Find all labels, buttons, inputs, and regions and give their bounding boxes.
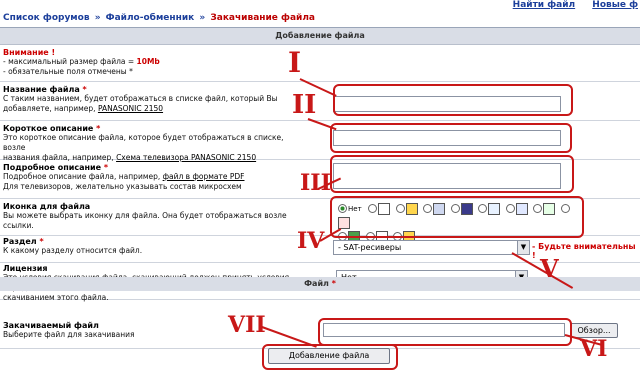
breadcrumb-file-exchange[interactable]: Файло-обменник: [106, 13, 195, 23]
annotation-label: VII: [228, 312, 266, 338]
full-desc-desc2: Для телевизоров, желательно указывать со…: [3, 182, 242, 191]
annotation-label: V: [540, 254, 559, 283]
top-links: Найти файл Новые ф: [499, 0, 638, 10]
annotation-label: III: [300, 170, 331, 196]
icon-desc: Вы можете выбрать иконку для файла. Она …: [3, 211, 287, 220]
breadcrumb-separator: »: [94, 13, 101, 23]
annotation-label: II: [292, 90, 317, 120]
new-files-link[interactable]: Новые ф: [592, 0, 638, 10]
full-desc-desc: Подробное описание файла, например, файл…: [3, 172, 245, 181]
section-label: Раздел *: [3, 237, 44, 246]
breadcrumb-current: Закачивание файла: [210, 13, 315, 23]
annotation-circle-short: [330, 123, 572, 153]
annotation-circle-name: [333, 84, 573, 116]
short-desc-desc: Это короткое описание файла, которое буд…: [3, 133, 284, 152]
annotation-label: VI: [580, 336, 608, 362]
annotation-circle-full: [330, 155, 574, 193]
breadcrumb-forum-list[interactable]: Список форумов: [3, 13, 90, 23]
name-label: Название файла *: [3, 85, 87, 94]
section-title: Добавление файла: [0, 28, 640, 45]
annotation-label: IV: [297, 228, 325, 254]
license-desc2: скачиванием этого файла.: [3, 293, 109, 302]
chevron-down-icon: ▼: [517, 241, 529, 254]
annotation-circle-file: [318, 318, 572, 346]
annotation-label: I: [288, 46, 302, 79]
icon-desc2: ссылки.: [3, 221, 34, 230]
annotation-circle-icon: [330, 196, 584, 238]
annotation-circle-submit: [262, 344, 398, 370]
breadcrumb: Список форумов » Файло-обменник » Закачи…: [3, 13, 315, 23]
notice-row: Внимание ! - максимальный размер файла =…: [0, 45, 640, 82]
name-desc: С таким названием, будет отображаться в …: [3, 94, 278, 103]
find-file-link[interactable]: Найти файл: [513, 0, 575, 10]
name-desc-example: добавляете, например, PANASONIC 2150: [3, 104, 164, 113]
notice-max-size: - максимальный размер файла = 10Mb: [3, 57, 160, 66]
full-desc-label: Подробное описание *: [3, 163, 109, 172]
section-select[interactable]: - SAT-ресиверы ▼: [333, 240, 530, 255]
short-desc-label: Короткое описание *: [3, 124, 101, 133]
notice-title: Внимание !: [3, 48, 56, 57]
breadcrumb-separator: »: [199, 13, 206, 23]
notice-required: - обязательные поля отмечены *: [3, 67, 133, 76]
license-label: Лицензия: [3, 264, 48, 273]
icon-label: Иконка для файла: [3, 202, 91, 211]
top-bar: Список форумов » Файло-обменник » Закачи…: [0, 0, 640, 28]
section-desc: К какому разделу относится файл.: [3, 246, 143, 255]
section-select-value: - SAT-ресиверы: [338, 243, 402, 252]
